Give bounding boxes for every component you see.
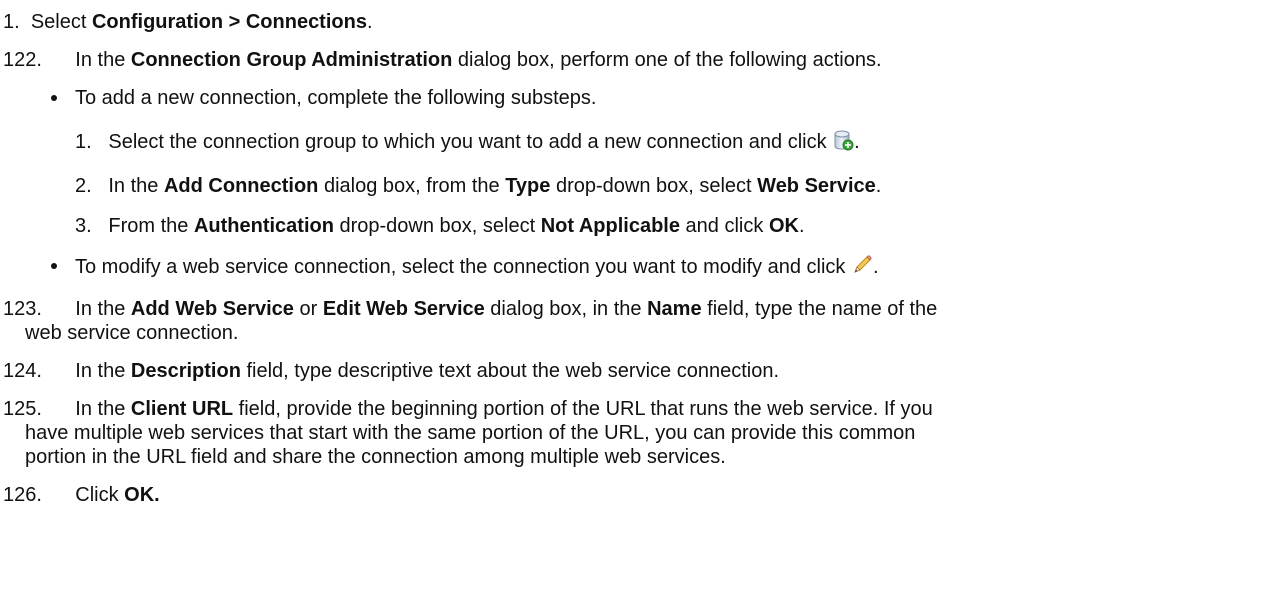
step-122: 122. In the Connection Group Administrat… <box>3 48 882 72</box>
field-name: Authentication <box>193 215 334 237</box>
step-125-continued: portion in the URL field and share the c… <box>25 445 726 469</box>
step-number: 125. <box>3 398 42 420</box>
step-number: 124. <box>3 360 42 382</box>
step-text: portion in the URL field and share the c… <box>25 446 726 468</box>
field-name: Type <box>505 175 551 197</box>
field-name: Description <box>130 360 241 382</box>
pencil-edit-icon <box>851 254 873 282</box>
step-text: . <box>875 175 882 197</box>
step-126: 126. Click OK. <box>3 483 160 507</box>
substep-1: 1. Select the connection group to which … <box>75 129 860 157</box>
step-number: 1. <box>75 131 92 153</box>
step-text: dialog box, perform one of the following… <box>452 49 882 71</box>
step-text: drop-down box, select <box>550 175 758 197</box>
dialog-name: Add Web Service <box>130 298 294 320</box>
step-text: dialog box, from the <box>318 175 506 197</box>
step-number: 1. <box>3 11 20 33</box>
dialog-name: Edit Web Service <box>322 298 485 320</box>
step-text: . <box>872 256 879 278</box>
bullet-text: To modify a web service connection, sele… <box>75 256 851 278</box>
step-number: 3. <box>75 215 92 237</box>
step-text: field, type the name of the <box>701 298 938 320</box>
option-name: Web Service <box>757 175 876 197</box>
step-text: From the <box>108 215 194 237</box>
step-text: . <box>798 215 805 237</box>
step-text: and click <box>680 215 769 237</box>
step-text: In the <box>75 298 131 320</box>
step-text: field, type descriptive text about the w… <box>240 360 779 382</box>
step-text: or <box>293 298 323 320</box>
step-text: drop-down box, select <box>333 215 541 237</box>
substep-2: 2. In the Add Connection dialog box, fro… <box>75 174 881 198</box>
button-name: OK. <box>124 484 160 506</box>
bullet-icon <box>51 263 57 269</box>
step-text: In the <box>108 175 164 197</box>
bullet-text: To add a new connection, complete the fo… <box>75 87 597 109</box>
button-name: OK <box>768 215 799 237</box>
option-name: Not Applicable <box>540 215 680 237</box>
step-text: Select the connection group to which you… <box>108 131 833 153</box>
step-text: field, provide the beginning portion of … <box>233 398 933 420</box>
dialog-name: Connection Group Administration <box>130 49 453 71</box>
step-text: . <box>366 11 373 33</box>
step-number: 126. <box>3 484 42 506</box>
menu-path: Configuration > Connections <box>91 11 367 33</box>
step-text: Select <box>30 11 92 33</box>
step-124: 124. In the Description field, type desc… <box>3 359 779 383</box>
step-number: 123. <box>3 298 42 320</box>
step-text: . <box>854 131 860 153</box>
bullet-item-add: To add a new connection, complete the fo… <box>75 86 596 110</box>
step-text: have multiple web services that start wi… <box>25 422 916 444</box>
field-name: Name <box>647 298 702 320</box>
add-connection-icon <box>832 129 854 157</box>
substep-3: 3. From the Authentication drop-down box… <box>75 214 805 238</box>
step-text: web service connection. <box>25 322 239 344</box>
step-1: 1. Select Configuration > Connections. <box>3 10 373 34</box>
step-text: In the <box>75 398 131 420</box>
step-text: Click <box>75 484 125 506</box>
step-number: 122. <box>3 49 42 71</box>
step-text: dialog box, in the <box>484 298 648 320</box>
step-123: 123. In the Add Web Service or Edit Web … <box>3 297 937 321</box>
step-text: In the <box>75 49 131 71</box>
step-125-continued: have multiple web services that start wi… <box>25 421 915 445</box>
step-125: 125. In the Client URL field, provide th… <box>3 397 933 421</box>
dialog-name: Add Connection <box>163 175 319 197</box>
field-name: Client URL <box>130 398 234 420</box>
bullet-item-modify: To modify a web service connection, sele… <box>75 254 879 282</box>
step-text: In the <box>75 360 131 382</box>
step-123-continued: web service connection. <box>25 321 238 345</box>
bullet-icon <box>51 95 57 101</box>
step-number: 2. <box>75 175 92 197</box>
